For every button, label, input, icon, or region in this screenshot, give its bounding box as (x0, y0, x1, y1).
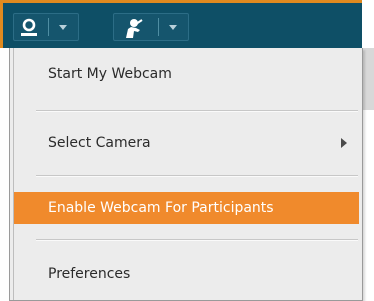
chevron-down-icon[interactable] (169, 25, 177, 30)
menu-divider (36, 239, 358, 241)
button-separator (158, 18, 159, 36)
menu-item-select-camera[interactable]: Select Camera (14, 125, 359, 161)
user-icon (21, 18, 37, 36)
toolbar-strip (0, 0, 362, 48)
pod-edge (362, 48, 374, 110)
menu-item-start-my-webcam[interactable]: Start My Webcam (14, 56, 359, 92)
menu-item-preferences[interactable]: Preferences (14, 256, 359, 292)
menu-divider (36, 175, 358, 177)
webcam-options-button[interactable] (113, 13, 189, 41)
menu-divider (36, 110, 358, 112)
button-separator (48, 18, 49, 36)
menu-item-label: Enable Webcam For Participants (48, 200, 274, 216)
menu-item-label: Select Camera (48, 135, 151, 151)
chevron-down-icon[interactable] (59, 25, 67, 30)
menu-item-label: Preferences (48, 266, 131, 282)
menu-item-enable-webcam-for-participants[interactable]: Enable Webcam For Participants (14, 192, 359, 224)
submenu-arrow-icon (341, 138, 347, 148)
menu-item-label: Start My Webcam (48, 66, 172, 82)
webcam-pod: Start My Webcam Select Camera Enable Web… (0, 0, 374, 301)
user-menu-button[interactable] (13, 13, 79, 41)
webcam-dropdown-menu: Start My Webcam Select Camera Enable Web… (9, 48, 363, 301)
pod-toolbar (0, 0, 374, 48)
webcam-presenter-icon (126, 19, 143, 38)
